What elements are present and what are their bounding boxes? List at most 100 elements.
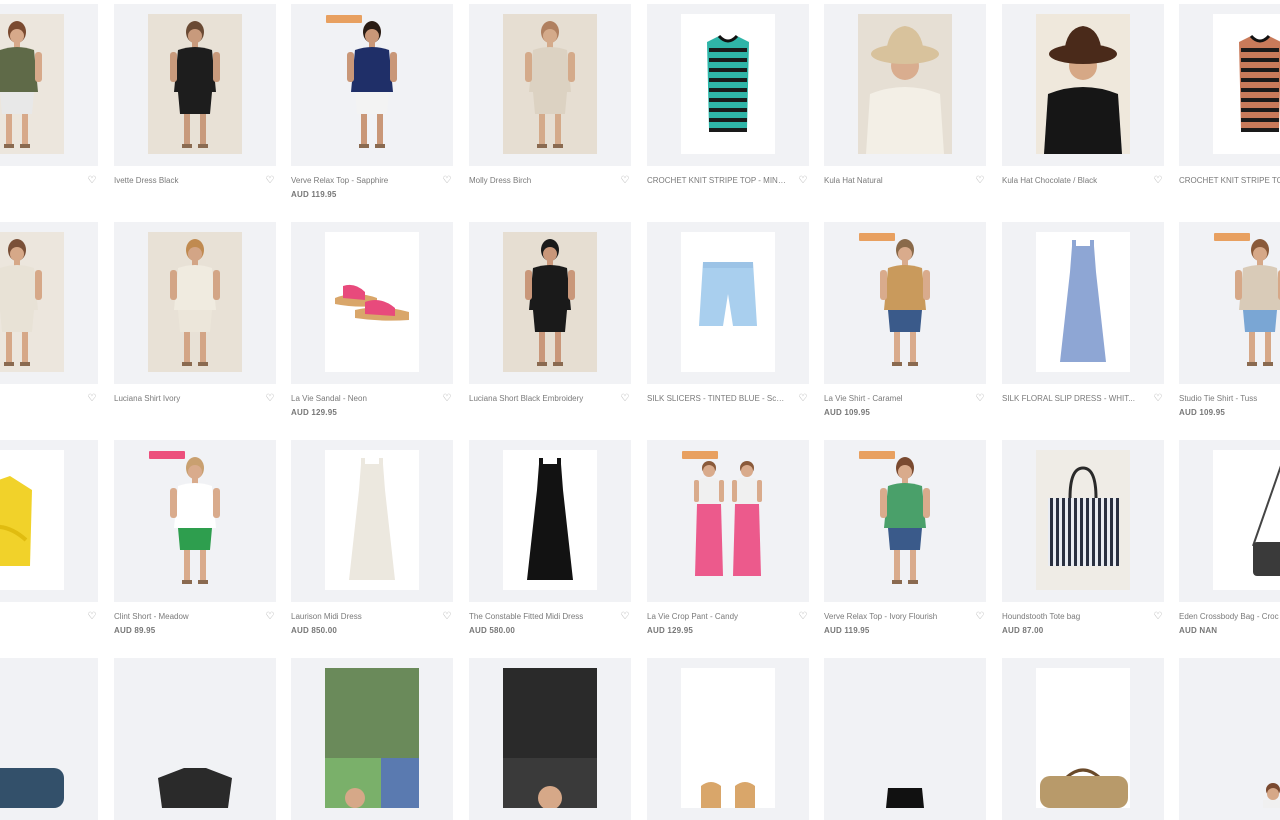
product-name[interactable]: Verve Relax Top - Sapphire (291, 175, 431, 187)
product-photo[interactable] (0, 14, 64, 154)
product-card[interactable]: CROCHET KNIT STRIPE TOP - MINT/WH... ♡ (647, 4, 809, 204)
product-photo[interactable] (0, 232, 64, 372)
wishlist-heart-icon[interactable]: ♡ (264, 393, 276, 405)
wishlist-heart-icon[interactable]: ♡ (974, 611, 986, 623)
product-image-tile[interactable] (1179, 222, 1280, 384)
wishlist-heart-icon[interactable]: ♡ (441, 393, 453, 405)
product-card[interactable]: Molly Dress Birch ♡ (469, 4, 631, 204)
product-name[interactable]: Luciana Shirt Ivory (114, 393, 254, 405)
product-photo[interactable] (148, 450, 242, 590)
product-photo[interactable] (148, 668, 242, 808)
product-image-tile[interactable] (824, 4, 986, 166)
product-image-tile[interactable] (469, 4, 631, 166)
product-image-tile[interactable] (114, 4, 276, 166)
product-card[interactable] (647, 658, 809, 820)
product-name[interactable]: CROCHET KNIT STRIPE TOP - MINT/WH... (647, 175, 787, 187)
product-image-tile[interactable] (0, 222, 98, 384)
product-photo[interactable] (503, 450, 597, 590)
wishlist-heart-icon[interactable]: ♡ (797, 611, 809, 623)
product-photo[interactable] (503, 14, 597, 154)
wishlist-heart-icon[interactable]: ♡ (264, 611, 276, 623)
product-name[interactable]: a (0, 393, 76, 405)
product-card[interactable] (114, 658, 276, 820)
product-card[interactable] (0, 658, 98, 820)
wishlist-heart-icon[interactable]: ♡ (974, 393, 986, 405)
product-name[interactable]: nit Top (0, 611, 76, 623)
product-image-tile[interactable] (1002, 4, 1164, 166)
product-photo[interactable] (681, 14, 775, 154)
product-image-tile[interactable] (114, 658, 276, 820)
product-image-tile[interactable] (469, 440, 631, 602)
product-card[interactable] (469, 658, 631, 820)
product-card[interactable] (291, 658, 453, 820)
product-image-tile[interactable] (1002, 222, 1164, 384)
product-name[interactable]: Eden Crossbody Bag - Croc (1179, 611, 1280, 623)
product-card[interactable]: La Vie Crop Pant - Candy ♡ AUD 129.95 (647, 440, 809, 640)
product-card[interactable]: CROCHET KNIT STRIPE TOP♡ (1179, 4, 1280, 204)
wishlist-heart-icon[interactable]: ♡ (1152, 611, 1164, 623)
wishlist-heart-icon[interactable]: ♡ (619, 393, 631, 405)
product-card[interactable]: Kula Hat Natural ♡ (824, 4, 986, 204)
wishlist-heart-icon[interactable]: ♡ (1152, 175, 1164, 187)
product-image-tile[interactable] (824, 440, 986, 602)
product-photo[interactable] (1213, 668, 1280, 808)
wishlist-heart-icon[interactable]: ♡ (619, 611, 631, 623)
product-name[interactable]: Clint Short - Meadow (114, 611, 254, 623)
product-photo[interactable] (325, 450, 419, 590)
product-card[interactable]: Ivette Dress Black ♡ (114, 4, 276, 204)
product-card[interactable]: Studio Tie Shirt - Tuss♡ AUD 109.95 (1179, 222, 1280, 422)
product-card[interactable]: a♡ (0, 222, 98, 422)
wishlist-heart-icon[interactable]: ♡ (86, 175, 98, 187)
product-image-tile[interactable] (0, 440, 98, 602)
product-photo[interactable] (148, 232, 242, 372)
product-image-tile[interactable] (824, 658, 986, 820)
wishlist-heart-icon[interactable]: ♡ (86, 393, 98, 405)
product-image-tile[interactable] (1179, 440, 1280, 602)
wishlist-heart-icon[interactable]: ♡ (441, 175, 453, 187)
product-card[interactable]: Clint Short - Meadow ♡ AUD 89.95 (114, 440, 276, 640)
product-name[interactable]: Kula Hat Chocolate / Black (1002, 175, 1142, 187)
product-card[interactable]: Laurison Midi Dress ♡ AUD 850.00 (291, 440, 453, 640)
product-photo[interactable] (681, 232, 775, 372)
product-name[interactable]: hilton (0, 175, 76, 187)
product-photo[interactable] (681, 450, 775, 590)
product-photo[interactable] (1036, 232, 1130, 372)
product-name[interactable]: Molly Dress Birch (469, 175, 609, 187)
product-image-tile[interactable] (0, 4, 98, 166)
product-name[interactable]: The Constable Fitted Midi Dress (469, 611, 609, 623)
product-card[interactable]: SILK SLICERS - TINTED BLUE - Scent ♡ (647, 222, 809, 422)
product-image-tile[interactable] (291, 4, 453, 166)
product-card[interactable]: Verve Relax Top - Sapphire ♡ AUD 119.95 (291, 4, 453, 204)
product-image-tile[interactable] (1179, 658, 1280, 820)
product-image-tile[interactable] (469, 222, 631, 384)
product-card[interactable] (824, 658, 986, 820)
product-name[interactable]: Verve Relax Top - Ivory Flourish (824, 611, 964, 623)
product-photo[interactable] (858, 14, 952, 154)
product-image-tile[interactable] (291, 222, 453, 384)
product-photo[interactable] (1036, 14, 1130, 154)
product-image-tile[interactable] (1002, 658, 1164, 820)
product-image-tile[interactable] (647, 440, 809, 602)
product-photo[interactable] (1213, 450, 1280, 590)
product-image-tile[interactable] (647, 658, 809, 820)
wishlist-heart-icon[interactable]: ♡ (797, 175, 809, 187)
product-name[interactable]: Houndstooth Tote bag (1002, 611, 1142, 623)
product-image-tile[interactable] (0, 658, 98, 820)
product-name[interactable]: Studio Tie Shirt - Tuss (1179, 393, 1280, 405)
product-photo[interactable] (503, 668, 597, 808)
product-name[interactable]: SILK SLICERS - TINTED BLUE - Scent (647, 393, 787, 405)
product-photo[interactable] (1213, 232, 1280, 372)
product-photo[interactable] (1036, 668, 1130, 808)
product-card[interactable] (1179, 658, 1280, 820)
product-image-tile[interactable] (291, 440, 453, 602)
product-photo[interactable] (503, 232, 597, 372)
product-card[interactable]: The Constable Fitted Midi Dress ♡ AUD 580.… (469, 440, 631, 640)
product-photo[interactable] (148, 14, 242, 154)
product-name[interactable]: Kula Hat Natural (824, 175, 964, 187)
product-name[interactable]: Ivette Dress Black (114, 175, 254, 187)
product-card[interactable]: SILK FLORAL SLIP DRESS - WHIT... ♡ (1002, 222, 1164, 422)
product-image-tile[interactable] (469, 658, 631, 820)
wishlist-heart-icon[interactable]: ♡ (797, 393, 809, 405)
product-name[interactable]: SILK FLORAL SLIP DRESS - WHIT... (1002, 393, 1142, 405)
product-name[interactable]: La Vie Crop Pant - Candy (647, 611, 787, 623)
